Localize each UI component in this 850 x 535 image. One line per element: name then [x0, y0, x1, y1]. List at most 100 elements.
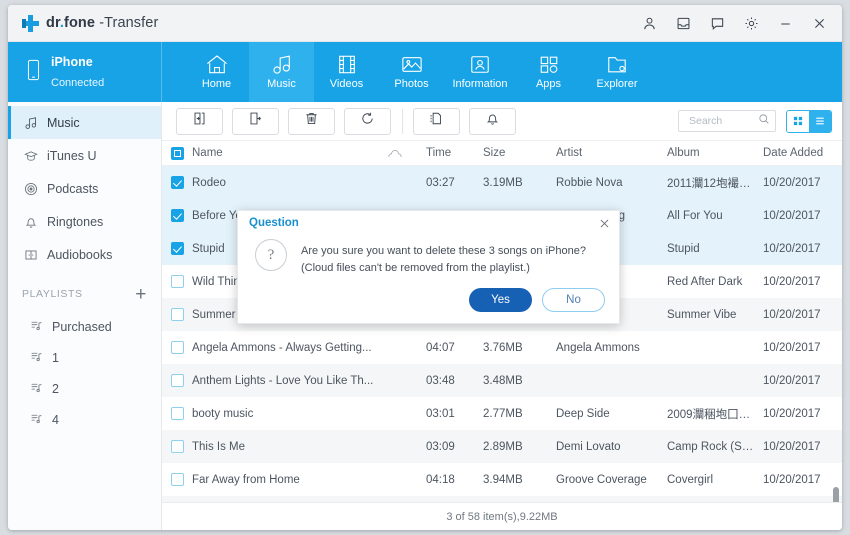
row-checkbox[interactable]: [170, 176, 184, 189]
bell-icon: [485, 111, 500, 131]
import-to-device-button[interactable]: [176, 107, 223, 135]
grid-view-button[interactable]: [787, 110, 809, 132]
row-checkbox[interactable]: [170, 242, 184, 255]
column-header-name[interactable]: Name: [192, 147, 388, 159]
search-box[interactable]: [678, 110, 776, 132]
table-row[interactable]: Far Away from Home 04:18 3.94MB Groove C…: [162, 463, 842, 496]
cell-name: Anthem Lights - Love You Like Th...: [192, 374, 374, 387]
row-checkbox-cell[interactable]: [162, 308, 192, 321]
confirm-yes-button[interactable]: Yes: [469, 288, 532, 312]
nav-item-apps[interactable]: Apps: [516, 42, 581, 102]
column-header-album[interactable]: Album: [667, 147, 763, 159]
cell-date-added: 10/20/2017: [763, 176, 821, 189]
row-checkbox-cell[interactable]: [162, 473, 192, 486]
nav-item-home[interactable]: Home: [184, 42, 249, 102]
nav-item-music[interactable]: Music: [249, 42, 314, 102]
cell-size: 2.77MB: [483, 407, 523, 420]
playlist-label: 4: [52, 412, 59, 427]
row-checkbox[interactable]: [170, 440, 184, 453]
playlist-label: 2: [52, 381, 59, 396]
row-checkbox-cell[interactable]: [162, 275, 192, 288]
search-icon[interactable]: [758, 112, 770, 130]
playlist-item-purchased[interactable]: Purchased: [8, 311, 161, 342]
vertical-scrollbar-thumb[interactable]: [833, 487, 839, 502]
film-icon: [335, 54, 359, 75]
table-row[interactable]: This Is Me 03:09 2.89MB Demi Lovato Camp…: [162, 430, 842, 463]
close-icon[interactable]: [802, 8, 836, 38]
feedback-icon[interactable]: [700, 8, 734, 38]
cell-artist: Angela Ammons: [556, 341, 640, 354]
column-header-artist[interactable]: Artist: [556, 147, 667, 159]
nav-item-videos[interactable]: Videos: [314, 42, 379, 102]
playlist-item-1[interactable]: 1: [8, 342, 161, 373]
table-row[interactable]: Angela Ammons - Always Getting... 04:07 …: [162, 331, 842, 364]
table-row[interactable]: Groove Coverage - She 03:49 3.49MB 10/20…: [162, 496, 842, 502]
dialog-header: Question: [238, 211, 619, 235]
list-view-button[interactable]: [809, 110, 831, 132]
sidebar-item-audiobooks[interactable]: Audiobooks: [8, 238, 161, 271]
podcast-icon: [24, 182, 38, 196]
cell-date-added: 10/20/2017: [763, 407, 821, 420]
row-checkbox[interactable]: [170, 473, 184, 486]
table-row[interactable]: Anthem Lights - Love You Like Th... 03:4…: [162, 364, 842, 397]
row-checkbox-cell[interactable]: [162, 209, 192, 222]
sidebar-item-music[interactable]: Music: [8, 106, 161, 139]
sidebar-item-ringtones[interactable]: Ringtones: [8, 205, 161, 238]
row-checkbox-cell[interactable]: [162, 374, 192, 387]
nav-item-explorer[interactable]: Explorer: [581, 42, 653, 102]
select-all-checkbox-cell[interactable]: [162, 146, 192, 160]
delete-button[interactable]: [288, 107, 335, 135]
connected-device[interactable]: iPhone Connected: [8, 42, 162, 102]
playlist-item-2[interactable]: 2: [8, 373, 161, 404]
close-icon[interactable]: [598, 217, 611, 230]
sidebar-item-label: Music: [47, 115, 80, 130]
row-checkbox[interactable]: [170, 341, 184, 354]
search-input[interactable]: [687, 114, 758, 128]
brand-name-prefix: dr: [46, 15, 60, 31]
cell-date-added: 10/20/2017: [763, 308, 821, 321]
row-checkbox-cell[interactable]: [162, 176, 192, 189]
select-all-checkbox[interactable]: [170, 146, 184, 160]
add-playlist-button[interactable]: +: [135, 285, 147, 304]
ringtone-maker-button[interactable]: [469, 107, 516, 135]
export-to-pc-button[interactable]: [232, 107, 279, 135]
refresh-icon: [360, 111, 375, 131]
cell-size: 3.76MB: [483, 341, 523, 354]
minimize-icon[interactable]: [768, 8, 802, 38]
column-header-time[interactable]: Time: [426, 147, 483, 159]
music-note-icon: [270, 54, 294, 75]
cell-album: Red After Dark: [667, 275, 743, 288]
sidebar-item-podcasts[interactable]: Podcasts: [8, 172, 161, 205]
table-row[interactable]: booty music 03:01 2.77MB Deep Side 2009灛…: [162, 397, 842, 430]
cancel-no-button[interactable]: No: [542, 288, 605, 312]
row-checkbox[interactable]: [170, 209, 184, 222]
column-header-size[interactable]: Size: [483, 147, 556, 159]
column-header-date-added[interactable]: Date Added: [763, 147, 842, 159]
deduplicate-button[interactable]: [413, 107, 460, 135]
row-checkbox[interactable]: [170, 407, 184, 420]
row-checkbox-cell[interactable]: [162, 242, 192, 255]
row-checkbox-cell[interactable]: [162, 440, 192, 453]
settings-icon[interactable]: [734, 8, 768, 38]
cell-date-added: 10/20/2017: [763, 374, 821, 387]
row-checkbox[interactable]: [170, 374, 184, 387]
row-checkbox-cell[interactable]: [162, 407, 192, 420]
nav-item-information[interactable]: Information: [444, 42, 516, 102]
title-bar: dr.fone -Transfer: [8, 5, 842, 42]
dialog-title: Question: [249, 217, 299, 229]
playlist-item-4[interactable]: 4: [8, 404, 161, 435]
refresh-button[interactable]: [344, 107, 391, 135]
cell-name: Far Away from Home: [192, 473, 300, 486]
dialog-buttons: Yes No: [469, 288, 605, 312]
table-row[interactable]: Rodeo 03:27 3.19MB Robbie Nova 2011灛12垉襊…: [162, 166, 842, 199]
graduation-cap-icon: [24, 149, 38, 163]
row-checkbox-cell[interactable]: [162, 341, 192, 354]
nav-label: Information: [452, 78, 508, 90]
row-checkbox[interactable]: [170, 308, 184, 321]
sidebar-item-itunes-u[interactable]: iTunes U: [8, 139, 161, 172]
toolbar-divider: [402, 108, 403, 134]
row-checkbox[interactable]: [170, 275, 184, 288]
account-icon[interactable]: [632, 8, 666, 38]
inbox-icon[interactable]: [666, 8, 700, 38]
nav-item-photos[interactable]: Photos: [379, 42, 444, 102]
